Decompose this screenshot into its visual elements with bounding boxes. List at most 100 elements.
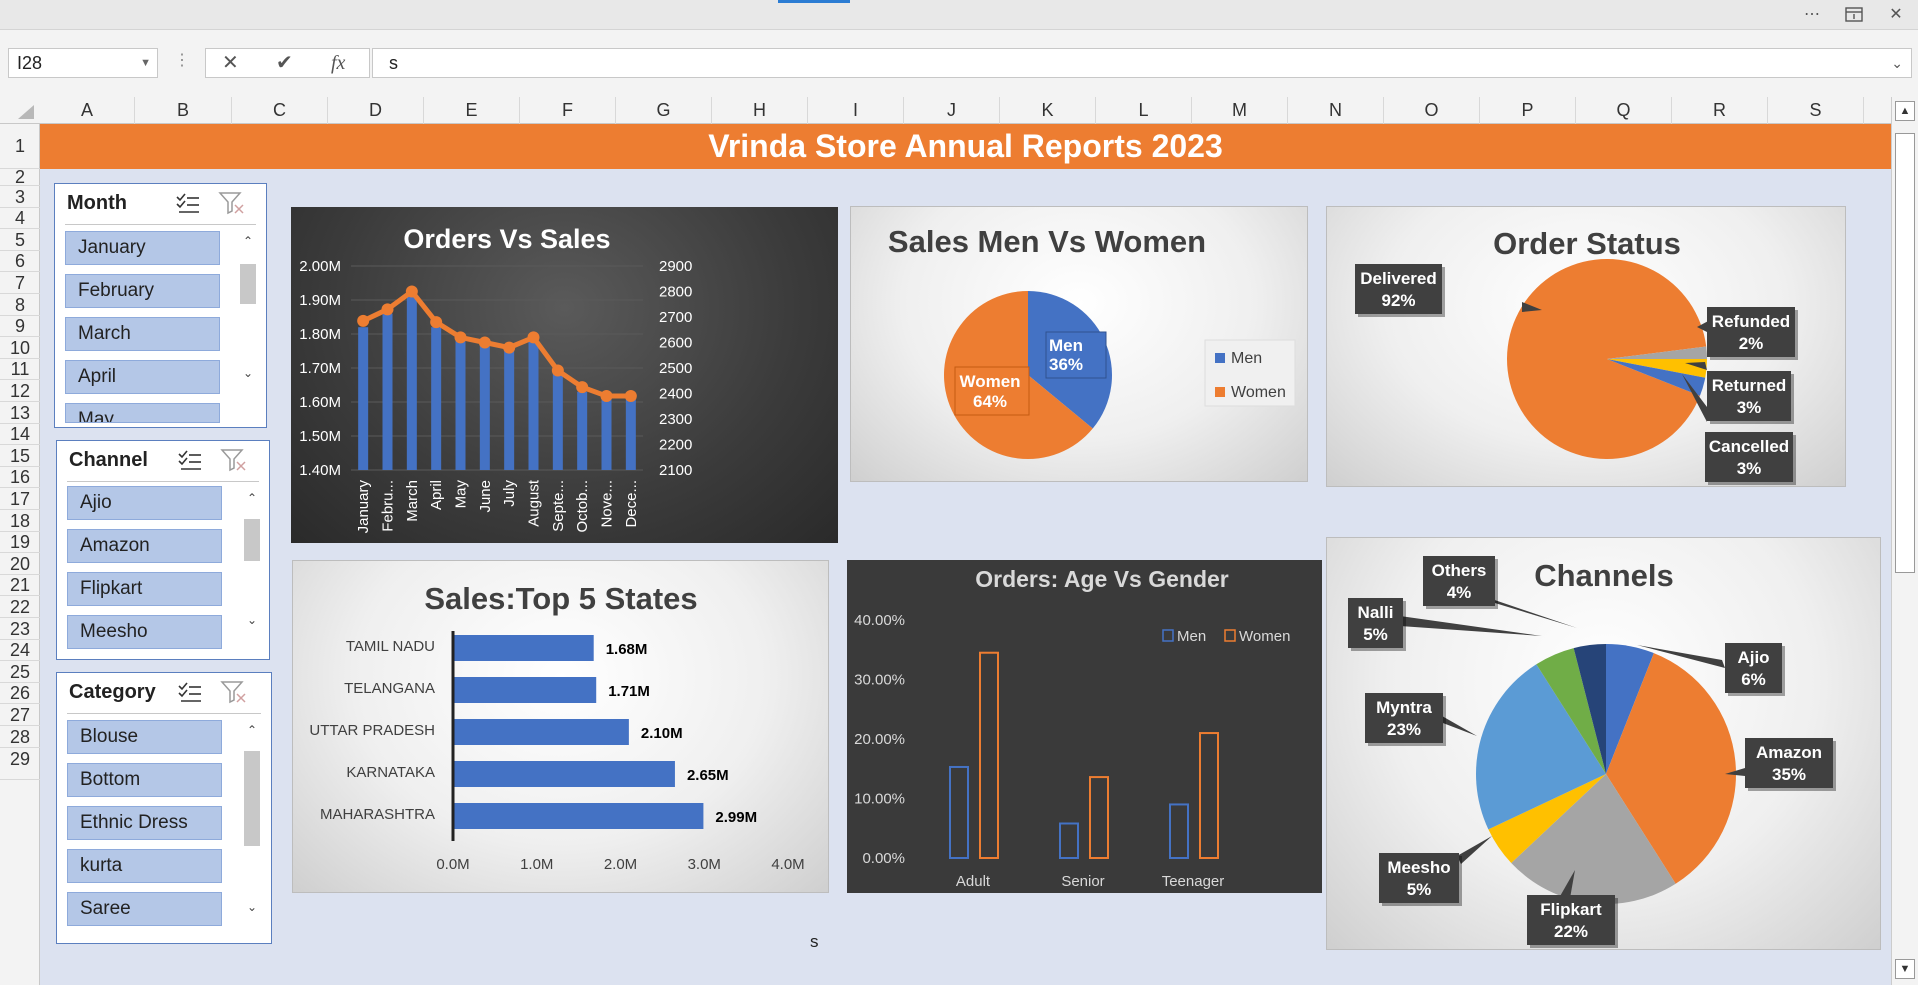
row-header[interactable]: 28	[0, 726, 40, 748]
chevron-down-icon[interactable]: ⌄	[242, 900, 262, 918]
scroll-up-icon[interactable]: ▲	[1895, 101, 1915, 121]
column-header[interactable]: I	[808, 97, 904, 124]
slicer-scroll-thumb[interactable]	[244, 751, 260, 846]
multi-select-icon[interactable]	[177, 449, 203, 473]
chevron-up-icon[interactable]: ⌃	[238, 234, 258, 252]
column-header[interactable]: K	[1000, 97, 1096, 124]
slicer-item[interactable]: Amazon	[67, 529, 222, 563]
column-header[interactable]: O	[1384, 97, 1480, 124]
slicer-scroll-thumb[interactable]	[244, 519, 260, 561]
slicer-scroll-thumb[interactable]	[240, 264, 256, 304]
row-header[interactable]: 19	[0, 532, 40, 553]
insert-function-button[interactable]: fx	[331, 49, 345, 77]
checkmark-icon[interactable]: ✔	[276, 49, 293, 77]
chevron-down-icon[interactable]: ⌄	[242, 613, 262, 631]
multi-select-icon[interactable]	[177, 681, 203, 705]
slicer-item[interactable]: Meesho	[67, 615, 222, 649]
column-header[interactable]: P	[1480, 97, 1576, 124]
column-header[interactable]: J	[904, 97, 1000, 124]
channel-slicer[interactable]: Channel Ajio Amazon Flipkart Meesho ⌃ ⌄	[56, 440, 270, 660]
row-header[interactable]: 8	[0, 294, 40, 316]
orders-vs-sales-chart[interactable]: Orders Vs Sales 1.40M 1.50M 1.60M 1.70M 1.80M…	[291, 207, 838, 543]
row-header[interactable]: 21	[0, 575, 40, 596]
row-header[interactable]: 10	[0, 337, 40, 359]
slicer-item[interactable]: Ethnic Dress	[67, 806, 222, 840]
row-header[interactable]: 16	[0, 467, 40, 488]
row-header[interactable]: 17	[0, 488, 40, 510]
row-header[interactable]: 14	[0, 424, 40, 445]
slicer-scrollbar[interactable]: ⌃ ⌄	[242, 723, 262, 918]
row-header[interactable]: 23	[0, 618, 40, 640]
close-icon[interactable]: ✕	[1882, 4, 1910, 26]
clear-filter-icon[interactable]	[220, 447, 246, 473]
row-header[interactable]: 22	[0, 596, 40, 618]
row-header[interactable]: 7	[0, 272, 40, 294]
slicer-item[interactable]: Blouse	[67, 720, 222, 754]
row-header[interactable]: 26	[0, 683, 40, 704]
column-header[interactable]: A	[40, 97, 135, 124]
chevron-up-icon[interactable]: ⌃	[242, 491, 262, 509]
order-status-chart[interactable]: Order Status Delivered 92% Refunded 2% Return…	[1326, 206, 1846, 487]
more-options-icon[interactable]: ⋯	[1798, 4, 1826, 26]
slicer-item[interactable]: January	[65, 231, 220, 265]
row-header[interactable]: 13	[0, 402, 40, 424]
column-header[interactable]: N	[1288, 97, 1384, 124]
column-header[interactable]: E	[424, 97, 520, 124]
cancel-icon[interactable]: ✕	[222, 49, 239, 77]
slicer-item[interactable]: March	[65, 317, 220, 351]
formula-input[interactable]: s ⌄	[372, 48, 1912, 78]
column-header[interactable]: C	[232, 97, 328, 124]
row-header[interactable]: 3	[0, 186, 40, 208]
cell-i28-text[interactable]: s	[810, 932, 819, 952]
slicer-item[interactable]: kurta	[67, 849, 222, 883]
restore-window-icon[interactable]	[1840, 4, 1868, 26]
column-header[interactable]: G	[616, 97, 712, 124]
row-header[interactable]: 9	[0, 316, 40, 337]
row-header[interactable]: 27	[0, 704, 40, 726]
row-header[interactable]: 6	[0, 251, 40, 272]
row-header[interactable]: 4	[0, 208, 40, 229]
clear-filter-icon[interactable]	[220, 679, 246, 705]
column-header[interactable]: B	[135, 97, 232, 124]
row-header[interactable]: 29	[0, 748, 40, 780]
slicer-item[interactable]: Saree	[67, 892, 222, 926]
slicer-item[interactable]: Flipkart	[67, 572, 222, 606]
column-header[interactable]: D	[328, 97, 424, 124]
column-header[interactable]: H	[712, 97, 808, 124]
slicer-item[interactable]: Ajio	[67, 486, 222, 520]
row-header[interactable]: 11	[0, 359, 40, 380]
row-header[interactable]: 1	[0, 124, 40, 169]
column-header[interactable]: L	[1096, 97, 1192, 124]
top-5-states-chart[interactable]: Sales:Top 5 States TAMIL NADU 1.68M TELANGA…	[292, 560, 829, 893]
slicer-item[interactable]: April	[65, 360, 220, 394]
column-header[interactable]: F	[520, 97, 616, 124]
chevron-down-icon[interactable]: ▼	[140, 49, 151, 77]
column-header[interactable]: M	[1192, 97, 1288, 124]
row-header[interactable]: 18	[0, 510, 40, 532]
scroll-thumb[interactable]	[1895, 133, 1915, 573]
select-all-button[interactable]	[0, 97, 40, 124]
row-header[interactable]: 15	[0, 445, 40, 467]
row-header[interactable]: 24	[0, 640, 40, 661]
scroll-down-icon[interactable]: ▼	[1895, 959, 1915, 979]
row-header[interactable]: 2	[0, 168, 40, 186]
column-header[interactable]: Q	[1576, 97, 1672, 124]
multi-select-icon[interactable]	[175, 192, 201, 216]
age-vs-gender-chart[interactable]: Orders: Age Vs Gender 0.00% 10.00% 20.00% 30…	[847, 560, 1322, 893]
slicer-item[interactable]: February	[65, 274, 220, 308]
row-header[interactable]: 5	[0, 229, 40, 251]
column-header[interactable]: S	[1768, 97, 1864, 124]
vertical-scrollbar[interactable]: ▲ ▼	[1891, 97, 1918, 985]
row-header[interactable]: 20	[0, 553, 40, 575]
slicer-scrollbar[interactable]: ⌃ ⌄	[238, 234, 258, 384]
drag-handle-icon[interactable]: ⋮	[174, 50, 190, 70]
column-header[interactable]: R	[1672, 97, 1768, 124]
category-slicer[interactable]: Category Blouse Bottom Ethnic Dress kurta Sar…	[56, 672, 272, 944]
channels-chart[interactable]: Channels Ajio 6% Amazon 35% Flipkart 22% Meesho…	[1326, 537, 1881, 950]
name-box[interactable]: I28 ▼	[8, 48, 158, 78]
row-header[interactable]: 12	[0, 380, 40, 402]
clear-filter-icon[interactable]	[218, 190, 244, 216]
chevron-up-icon[interactable]: ⌃	[242, 723, 262, 741]
slicer-item[interactable]: Bottom	[67, 763, 222, 797]
chevron-down-icon[interactable]: ⌄	[238, 366, 258, 384]
